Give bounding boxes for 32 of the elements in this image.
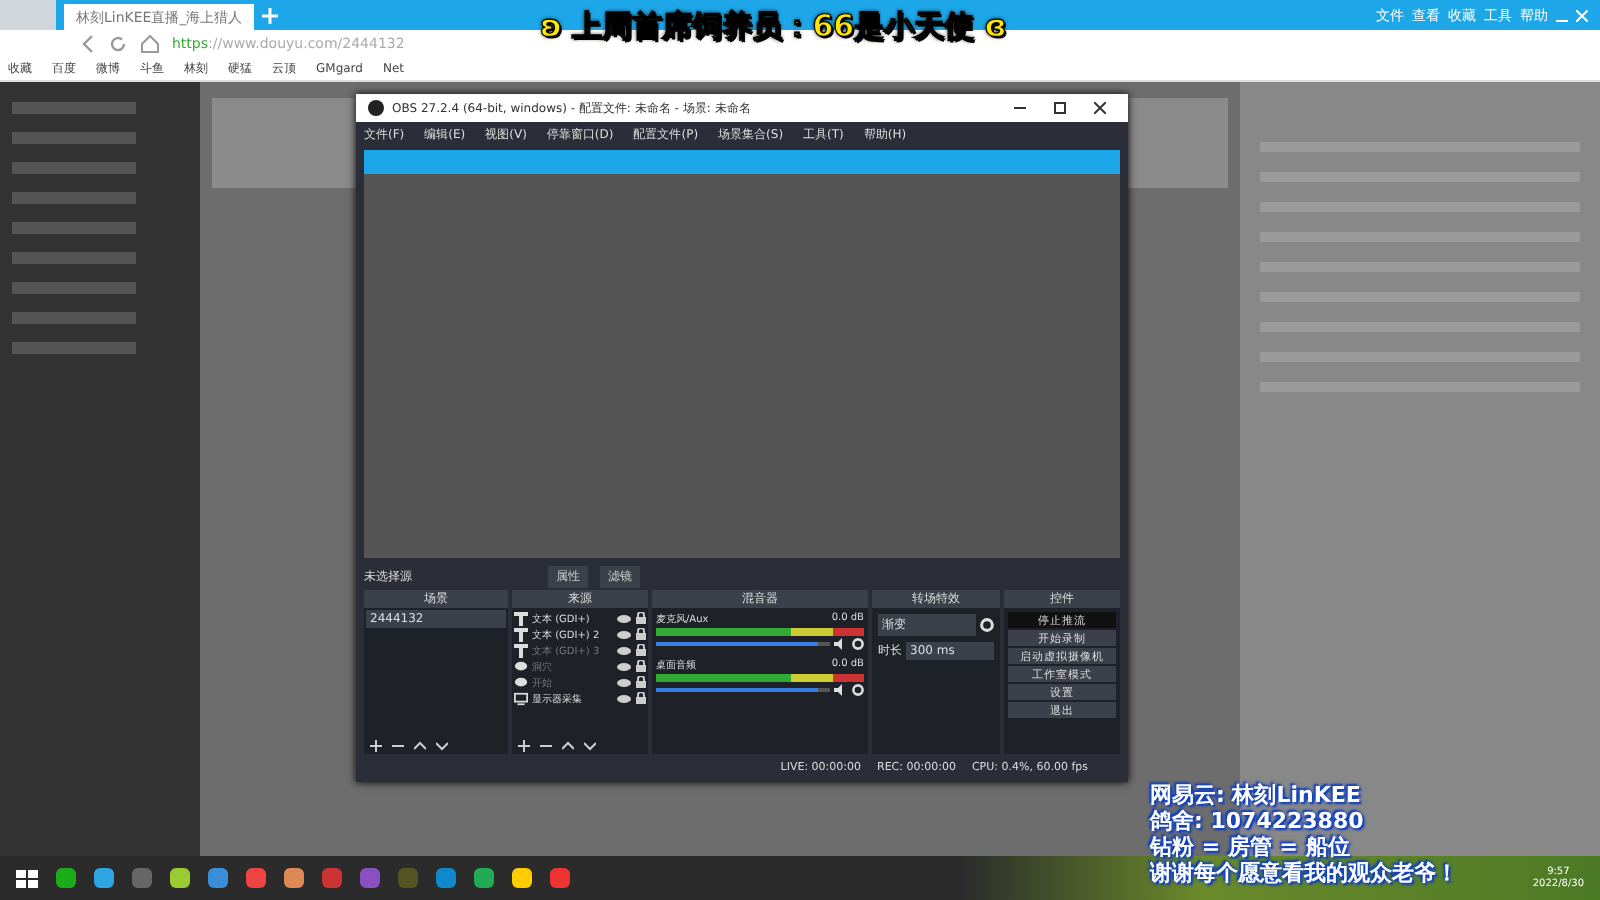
remove-icon[interactable] xyxy=(392,739,404,751)
new-tab-icon[interactable] xyxy=(262,7,279,23)
up-icon[interactable] xyxy=(562,739,574,751)
add-icon[interactable] xyxy=(518,739,530,751)
up-icon[interactable] xyxy=(414,739,426,751)
down-icon[interactable] xyxy=(584,739,596,751)
overlay-text: 鸽舍: 1074223880 xyxy=(1150,808,1366,834)
gear-icon[interactable] xyxy=(980,618,994,632)
remove-icon[interactable] xyxy=(540,739,552,751)
minimize-icon[interactable] xyxy=(1014,102,1026,114)
overlay-text: 钻粉 = 房管 = 船位 xyxy=(1150,834,1352,860)
maximize-icon[interactable] xyxy=(1054,102,1066,114)
monitor-icon xyxy=(514,691,528,705)
overlay-text: 网易云: 林刻LinKEE xyxy=(1150,782,1363,808)
close-icon[interactable] xyxy=(1094,102,1106,114)
lock-icon[interactable] xyxy=(636,676,646,688)
reload-icon[interactable] xyxy=(108,34,128,54)
lock-icon[interactable] xyxy=(636,660,646,672)
add-icon[interactable] xyxy=(370,739,382,751)
windows-icon[interactable] xyxy=(16,867,38,889)
home-icon[interactable] xyxy=(140,34,160,54)
gear-icon[interactable] xyxy=(852,684,864,696)
down-icon[interactable] xyxy=(436,739,448,751)
lock-icon[interactable] xyxy=(636,628,646,640)
lock-icon[interactable] xyxy=(636,612,646,624)
page-thumbnail xyxy=(0,0,56,30)
gear-icon[interactable] xyxy=(852,638,864,650)
lock-icon[interactable] xyxy=(636,644,646,656)
lock-icon[interactable] xyxy=(636,692,646,704)
app-logo-icon xyxy=(368,100,384,116)
overlay-text: 谢谢每个愿意看我的观众老爷！ xyxy=(1150,860,1458,886)
back-icon[interactable] xyxy=(80,34,96,54)
